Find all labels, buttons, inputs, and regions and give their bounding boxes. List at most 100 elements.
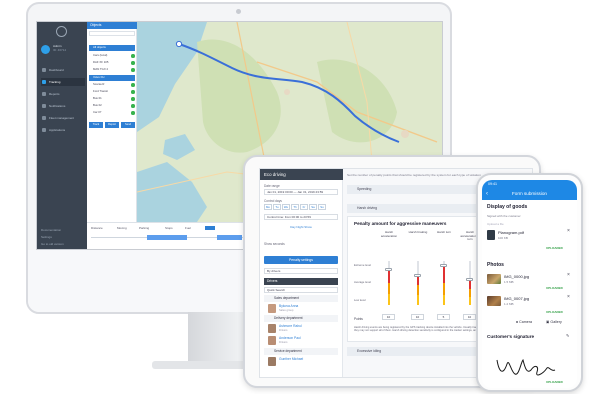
day-toggle[interactable]: Su: [318, 204, 326, 210]
level-label: Average level: [354, 280, 371, 284]
turn-slider[interactable]: [440, 261, 447, 305]
list-item[interactable]: All objects: [89, 45, 135, 51]
send-button[interactable]: Send: [121, 122, 135, 128]
points-input[interactable]: 10: [411, 314, 424, 320]
level-label: Extreme level: [354, 263, 371, 267]
day-toggle[interactable]: Tu: [273, 204, 281, 210]
gallery-button[interactable]: ▣ Gallery: [546, 320, 562, 324]
department-row[interactable]: Sales department: [264, 295, 338, 302]
nav-item-notifications[interactable]: Notifications: [41, 102, 85, 110]
department-row[interactable]: Delivery department: [264, 315, 338, 322]
user-profile[interactable]: Admin ID: 46714: [41, 44, 85, 58]
braking-slider[interactable]: [414, 261, 421, 305]
upload-status: UPLOADED: [546, 246, 563, 250]
penalty-settings-button[interactable]: Penalty settings: [264, 256, 338, 264]
online-status-icon: [131, 104, 135, 108]
list-item[interactable]: DAF XF 105: [89, 60, 135, 66]
driver-name: Ashmore Rahul: [279, 324, 302, 328]
day-toggle[interactable]: Mo: [264, 204, 272, 210]
day-night-link[interactable]: Day Night Show: [264, 225, 338, 229]
phone-header: ‹ Form submission: [482, 188, 577, 200]
card-title: Penalty amount for aggressive maneuvers: [354, 221, 447, 226]
signature-pad[interactable]: [487, 352, 571, 382]
day-toggle[interactable]: Sa: [309, 204, 317, 210]
online-status-icon: [131, 90, 135, 94]
objects-search-input[interactable]: [89, 31, 135, 36]
photo-thumbnail[interactable]: [487, 296, 501, 306]
bell-icon: [42, 104, 46, 108]
list-item[interactable]: Bus 01: [89, 96, 135, 102]
camera-button[interactable]: ◘ Camera: [516, 320, 532, 324]
list-item-label: DAF XF 105: [93, 60, 109, 64]
driver-search-input[interactable]: Quick Search: [264, 287, 338, 293]
edit-icon[interactable]: ✎: [566, 333, 569, 338]
slider-handle[interactable]: [414, 274, 421, 277]
report-button[interactable]: Report: [105, 122, 119, 128]
slider-handle[interactable]: [385, 268, 392, 271]
upload-status: UPLOADED: [546, 286, 563, 290]
photos-title: Photos: [487, 262, 504, 268]
photo-thumbnail[interactable]: [487, 274, 501, 284]
nav-item-applications[interactable]: Applications: [41, 126, 85, 134]
department-row[interactable]: Service department: [264, 348, 338, 355]
upload-status: UPLOADED: [546, 380, 563, 384]
nav-item-reports[interactable]: Reports: [41, 90, 85, 98]
list-item[interactable]: Ford Transit: [89, 89, 135, 95]
nav-label: Applications: [49, 128, 66, 132]
timeline-segment: [147, 235, 187, 240]
date-range-input[interactable]: Jan 01, 2019 00:00 — Jan 31, 2019 23:59: [264, 189, 338, 195]
timeline-label: Parking: [139, 226, 150, 230]
average-range: [388, 283, 390, 294]
close-icon[interactable]: ×: [567, 294, 570, 300]
nav-item-tracking[interactable]: Tracking: [41, 78, 85, 86]
day-toggle[interactable]: Fr: [300, 204, 308, 210]
list-item[interactable]: Bus 02: [89, 103, 135, 109]
signature-title: Customer's signature: [487, 334, 535, 339]
slider-handle[interactable]: [466, 278, 473, 281]
nav-label: Dashboard: [49, 68, 64, 72]
driver-row[interactable]: Ashmore Rahul Drivers: [268, 323, 338, 334]
acceleration-slider[interactable]: [385, 261, 392, 305]
play-button[interactable]: [205, 226, 215, 230]
points-input[interactable]: 10: [382, 314, 395, 320]
slider-handle[interactable]: [440, 264, 447, 267]
average-range: [469, 289, 471, 297]
list-item[interactable]: Scania R: [89, 82, 135, 88]
status-bar-time: 09:41: [482, 180, 577, 188]
nav-item-dashboard[interactable]: Dashboard: [41, 66, 85, 74]
points-input[interactable]: 5: [437, 314, 450, 320]
objects-panel-title: Objects: [87, 22, 137, 29]
list-item[interactable]: Volvo FH: [89, 75, 135, 81]
reports-icon: [42, 92, 46, 96]
drivers-header: Drivers: [264, 278, 338, 285]
gallery-label: Gallery: [550, 320, 562, 324]
timeline-label: Fuel: [185, 226, 191, 230]
control-time-input[interactable]: Control time: from 00:00 to 23:59: [264, 214, 338, 220]
list-item[interactable]: [89, 39, 135, 45]
group-by-select[interactable]: By drivers: [264, 268, 338, 274]
close-icon[interactable]: ×: [567, 272, 570, 278]
turn-acceleration-slider[interactable]: [466, 261, 473, 305]
instructions-text: Set the number of penalty points that sh…: [347, 173, 481, 177]
points-input[interactable]: 10: [463, 314, 476, 320]
nav-item-fleet[interactable]: Fleet management: [41, 114, 85, 122]
track-button[interactable]: Track: [89, 122, 103, 128]
driver-row[interactable]: Bykova Anna Sales group: [268, 303, 338, 314]
settings-link[interactable]: Settings: [41, 235, 52, 239]
close-icon[interactable]: ×: [567, 228, 570, 234]
day-toggle[interactable]: Th: [291, 204, 299, 210]
old-version-link[interactable]: Go to old version: [41, 242, 64, 246]
driver-row[interactable]: Anderson Paul Drivers: [268, 335, 338, 346]
list-item[interactable]: Car 07: [89, 110, 135, 116]
list-item[interactable]: MAN TGX 2: [89, 67, 135, 73]
date-range-label: Date range: [264, 184, 280, 188]
day-toggle[interactable]: We: [282, 204, 290, 210]
documentation-link[interactable]: Documentation: [41, 228, 61, 232]
driver-row[interactable]: Gunther Michael: [268, 356, 338, 367]
show-seconds-checkbox[interactable]: Show seconds: [264, 242, 285, 246]
back-arrow-icon[interactable]: ‹: [486, 188, 488, 200]
online-status-icon: [131, 61, 135, 65]
average-range: [417, 285, 419, 295]
low-range: [443, 295, 445, 305]
list-item[interactable]: Cars (local): [89, 53, 135, 59]
